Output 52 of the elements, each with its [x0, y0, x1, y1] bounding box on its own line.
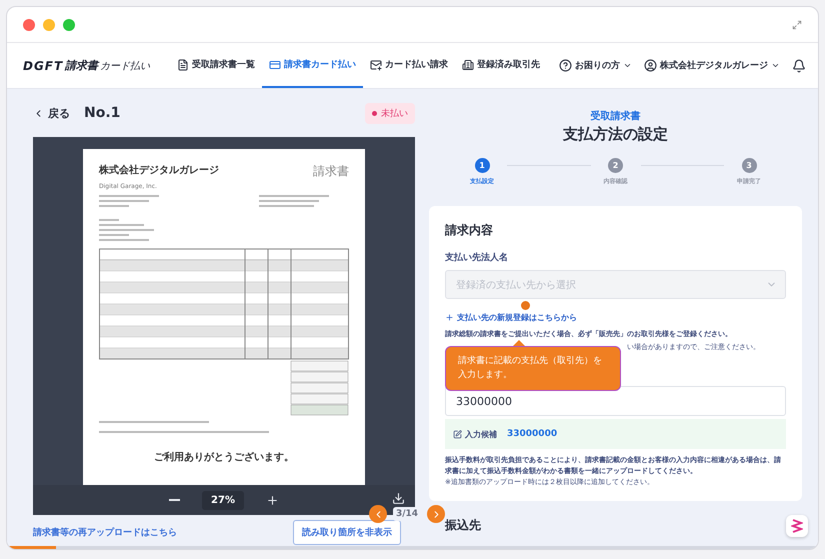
edit-icon: [453, 430, 462, 438]
add-payee-link[interactable]: 支払い先の新規登録はこちらから: [445, 312, 786, 323]
brand-name: 請求書: [65, 58, 98, 73]
building-icon: [462, 58, 474, 70]
plus-icon: [266, 494, 279, 506]
nav-tab[interactable]: カード払い請求: [363, 43, 456, 88]
chevron-down-icon: [623, 61, 632, 70]
back-link[interactable]: 戻る: [33, 106, 70, 120]
section-heading: 請求内容: [445, 222, 494, 239]
status-badge: 未払い: [365, 102, 415, 124]
amount-input[interactable]: 33000000: [445, 386, 786, 416]
zigzag-logo-icon: [791, 519, 803, 533]
invoice-title: 請求書: [313, 163, 349, 180]
invoice-company-name: 株式会社デジタルガレージ: [99, 164, 219, 177]
page-eyebrow: 受取請求書: [590, 110, 640, 123]
chat-widget-button[interactable]: [786, 515, 808, 537]
download-icon: [392, 492, 405, 505]
invoice-thanks-text: ご利用ありがとうございます。: [154, 450, 294, 464]
page-title: 支払方法の設定: [563, 125, 668, 144]
step-number: 3: [742, 158, 756, 173]
account-menu[interactable]: 株式会社デジタルガレージ: [644, 43, 780, 88]
suggestion-value[interactable]: 33000000: [507, 429, 558, 439]
nav-tab[interactable]: 受取請求書一覧: [170, 43, 262, 88]
chevron-down-icon: [771, 61, 780, 70]
suggestion-label: 入力候補: [453, 428, 497, 440]
help-icon: [559, 59, 572, 72]
reupload-link[interactable]: 請求書等の再アップロードはこちら: [33, 526, 177, 538]
minus-icon: [169, 499, 180, 501]
section-heading: 振込先: [445, 517, 481, 534]
card-icon: [269, 58, 282, 70]
document-title: No.1: [84, 105, 122, 121]
download-button[interactable]: [392, 492, 405, 505]
close-window-icon[interactable]: [23, 18, 35, 30]
plus-icon: [445, 313, 454, 322]
walkthrough-tooltip: 請求書に記載の支払先（取引先）を入力します。: [445, 346, 621, 391]
zoom-level: 27%: [202, 490, 244, 510]
expand-icon[interactable]: [792, 20, 802, 30]
bell-icon: [792, 58, 806, 72]
document-icon: [177, 58, 190, 70]
brand-logo: DGFT: [23, 58, 64, 72]
nav-tab[interactable]: 登録済み取引先: [455, 43, 548, 88]
mail-icon: [370, 58, 382, 70]
field-label: 支払い先法人名: [445, 251, 509, 264]
zoom-window-icon[interactable]: [63, 18, 75, 30]
hotspot-icon[interactable]: [521, 301, 530, 310]
step-number: 1: [474, 158, 490, 173]
step-number: 2: [608, 158, 623, 173]
help-menu[interactable]: お困りの方: [559, 43, 632, 88]
hide-highlights-button[interactable]: 読み取り箇所を非表示: [293, 520, 401, 544]
brand-subtitle: カード払い: [100, 60, 150, 72]
status-dot-icon: [372, 110, 377, 116]
user-icon: [644, 59, 658, 72]
